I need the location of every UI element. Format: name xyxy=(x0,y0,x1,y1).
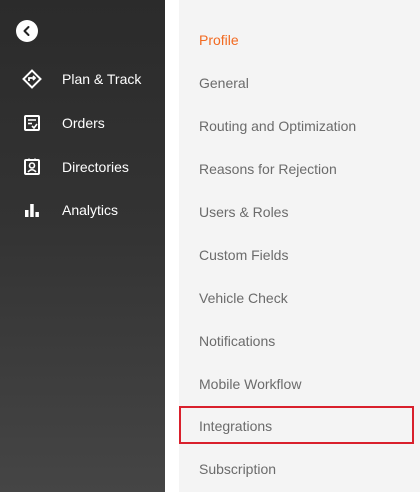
submenu-item-label: Mobile Workflow xyxy=(199,375,302,392)
collapse-sidebar-button[interactable] xyxy=(16,20,38,42)
submenu-item-mobile-workflow[interactable]: Mobile Workflow xyxy=(179,362,420,405)
submenu-item-label: Routing and Optimization xyxy=(199,117,357,134)
nav-item-analytics[interactable]: Analytics xyxy=(0,194,165,226)
nav-item-label: Analytics xyxy=(62,202,119,218)
nav-item-orders[interactable]: Orders xyxy=(0,107,165,139)
submenu-item-label: Users & Roles xyxy=(199,203,289,220)
nav-item-label: Orders xyxy=(62,115,105,131)
nav-item-label: Directories xyxy=(62,159,129,175)
submenu-item-profile[interactable]: Profile xyxy=(179,18,420,61)
submenu-item-label: Integrations xyxy=(199,417,273,434)
nav-item-directories[interactable]: Directories xyxy=(0,151,165,183)
left-navigation: Plan & Track Orders Directories Analytic… xyxy=(0,0,165,492)
submenu-item-users-roles[interactable]: Users & Roles xyxy=(179,190,420,233)
submenu-item-reasons-rejection[interactable]: Reasons for Rejection xyxy=(179,147,420,190)
contact-card-icon xyxy=(22,157,42,177)
submenu-item-label: Profile xyxy=(199,31,239,48)
submenu-item-routing-optimization[interactable]: Routing and Optimization xyxy=(179,104,420,147)
nav-item-plan-track[interactable]: Plan & Track xyxy=(0,63,165,95)
submenu-item-label: Notifications xyxy=(199,332,276,349)
submenu-item-notifications[interactable]: Notifications xyxy=(179,319,420,362)
settings-app: Plan & Track Orders Directories Analytic… xyxy=(0,0,420,492)
route-diamond-icon xyxy=(22,69,42,89)
settings-submenu: Profile General Routing and Optimization… xyxy=(179,0,420,492)
nav-item-label: Plan & Track xyxy=(62,71,142,87)
chevron-left-icon xyxy=(23,26,30,36)
submenu-item-label: Subscription xyxy=(199,460,277,477)
submenu-item-general[interactable]: General xyxy=(179,61,420,104)
submenu-item-label: Custom Fields xyxy=(199,246,289,263)
submenu-item-label: Reasons for Rejection xyxy=(199,160,337,177)
submenu-item-custom-fields[interactable]: Custom Fields xyxy=(179,233,420,276)
bar-chart-icon xyxy=(22,200,42,220)
submenu-item-integrations[interactable]: Integrations xyxy=(179,404,420,447)
submenu-item-vehicle-check[interactable]: Vehicle Check xyxy=(179,276,420,319)
submenu-item-label: Vehicle Check xyxy=(199,289,288,306)
order-check-icon xyxy=(22,113,42,133)
submenu-item-subscription[interactable]: Subscription xyxy=(179,447,420,490)
submenu-item-label: General xyxy=(199,74,249,91)
